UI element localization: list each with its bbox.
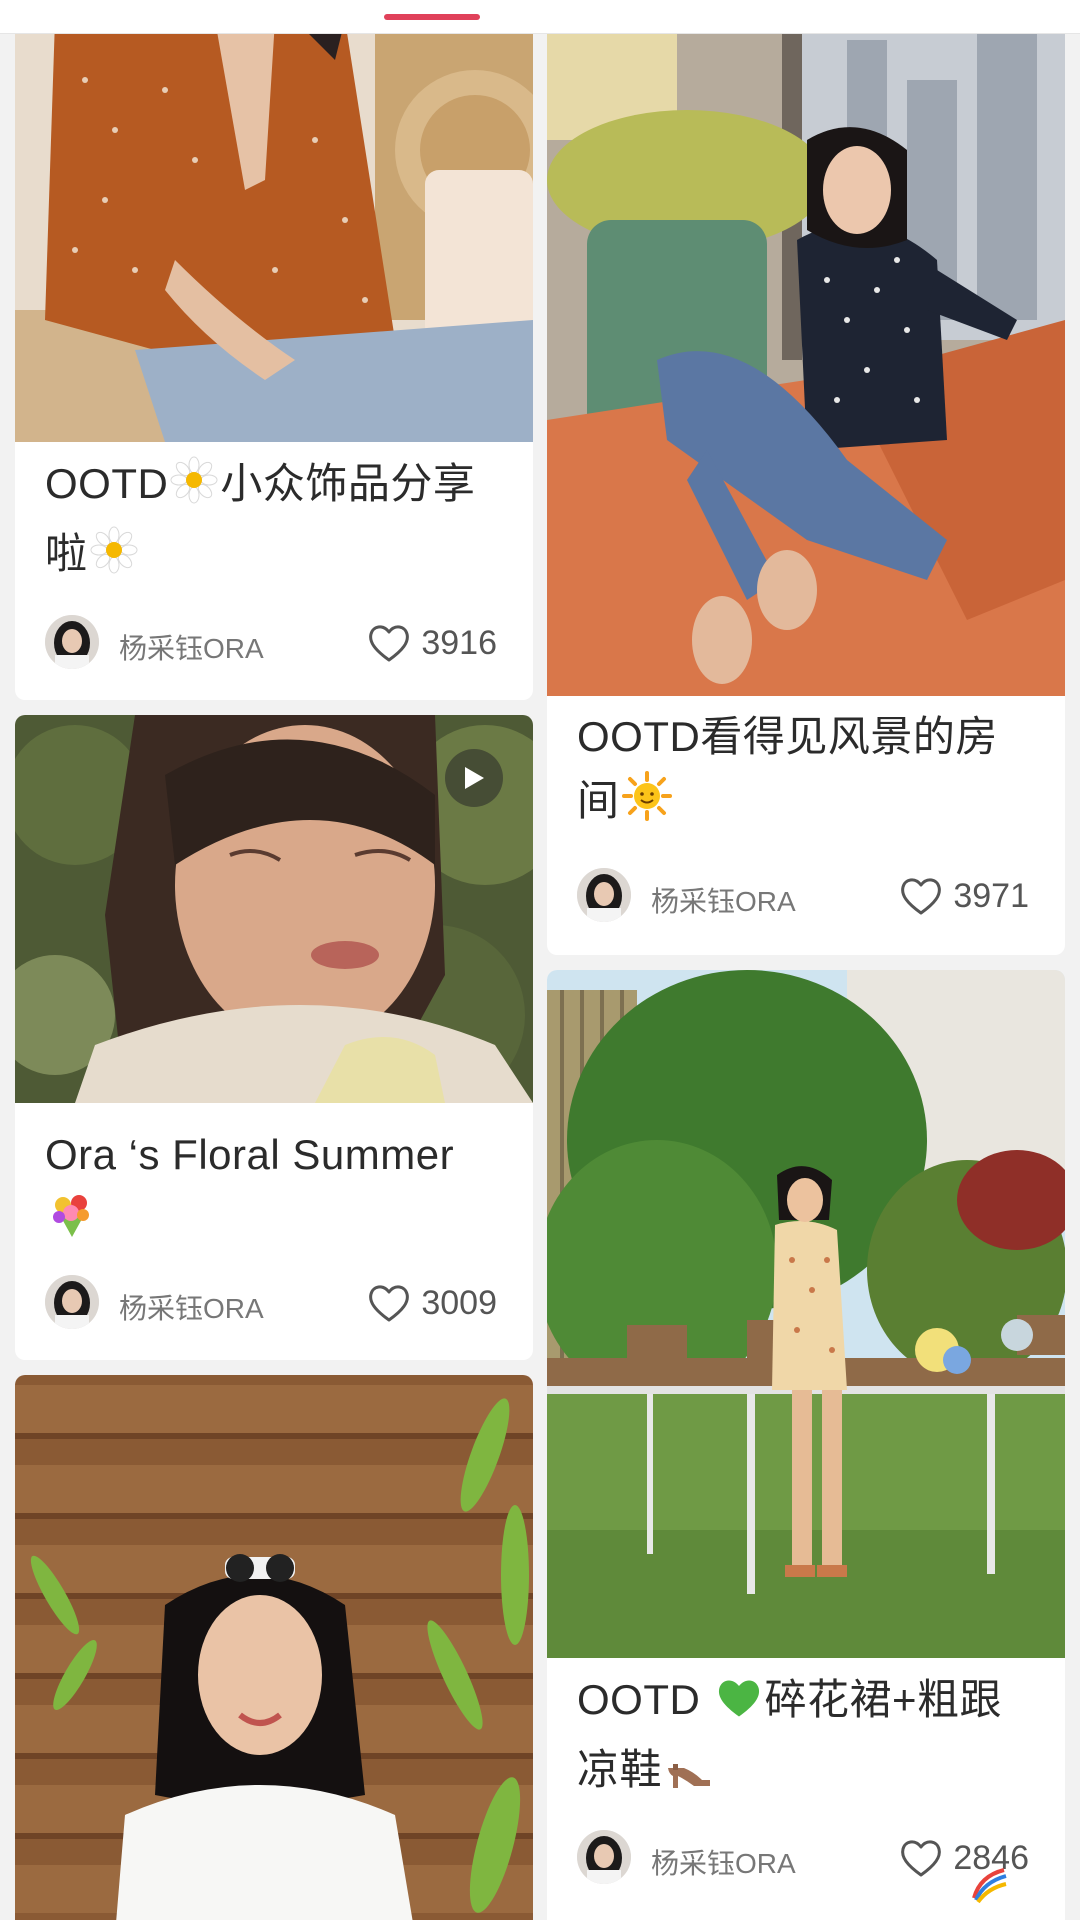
post-cover-image[interactable] <box>547 970 1065 1658</box>
watermark-logo <box>972 1868 1007 1904</box>
author-name[interactable]: 杨采钰ORA <box>119 627 264 667</box>
video-play-button[interactable] <box>445 749 503 807</box>
author-name[interactable]: 杨采钰ORA <box>651 1842 796 1882</box>
author-avatar[interactable] <box>577 868 631 922</box>
post-title: OOTD 小众饰品分享啦 <box>45 452 509 592</box>
active-tab-indicator <box>384 14 480 20</box>
like-button[interactable]: 3971 <box>899 874 1029 918</box>
post-meta: 杨采钰ORA 3971 <box>577 868 1029 924</box>
like-count: 3971 <box>953 876 1029 915</box>
author-avatar[interactable] <box>577 1830 631 1884</box>
post-meta: 杨采钰ORA 3009 <box>45 1275 497 1331</box>
author-name[interactable]: 杨采钰ORA <box>119 1287 264 1327</box>
post-cover-image[interactable] <box>547 20 1065 696</box>
like-button[interactable]: 3009 <box>367 1281 497 1325</box>
bouquet-icon <box>47 1189 97 1257</box>
post-cover-image[interactable] <box>15 715 533 1103</box>
author-avatar[interactable] <box>45 615 99 669</box>
heart-icon <box>367 623 411 663</box>
sun-icon <box>621 771 672 839</box>
post-meta: 杨采钰ORA 3916 <box>45 615 497 671</box>
post-card[interactable]: OOTD看得见风景的房间 杨采钰ORA 3971 <box>547 20 1065 955</box>
post-cover-image[interactable] <box>15 20 533 442</box>
top-tab-bar <box>0 0 1080 34</box>
daisy-icon <box>90 526 138 592</box>
post-meta: 杨采钰ORA 2846 <box>577 1830 1029 1886</box>
post-card[interactable]: Ora ‘s Floral Summer 杨采钰ORA 3009 <box>15 715 533 1360</box>
post-cover-image[interactable] <box>15 1375 533 1920</box>
high-heel-icon <box>664 1744 714 1808</box>
green-heart-icon <box>715 1674 763 1738</box>
author-avatar[interactable] <box>45 1275 99 1329</box>
post-title: OOTD 碎花裙+粗跟 凉鞋 <box>577 1668 1041 1808</box>
feed-screen: OOTD 小众饰品分享啦 杨采钰ORA 3916 Ora ‘s Floral S… <box>0 0 1080 1920</box>
post-card[interactable]: OOTD 小众饰品分享啦 杨采钰ORA 3916 <box>15 20 533 700</box>
post-title: Ora ‘s Floral Summer <box>45 1123 509 1257</box>
like-button[interactable]: 3916 <box>367 621 497 665</box>
heart-icon <box>899 876 943 916</box>
play-icon <box>465 767 484 789</box>
post-card[interactable] <box>15 1375 533 1920</box>
author-name[interactable]: 杨采钰ORA <box>651 880 796 920</box>
like-count: 3009 <box>421 1283 497 1322</box>
daisy-icon <box>170 456 218 522</box>
heart-icon <box>367 1283 411 1323</box>
like-count: 3916 <box>421 623 497 662</box>
heart-icon <box>899 1838 943 1878</box>
post-card[interactable]: OOTD 碎花裙+粗跟 凉鞋 杨采钰ORA 2846 <box>547 970 1065 1920</box>
post-title: OOTD看得见风景的房间 <box>577 705 1041 839</box>
